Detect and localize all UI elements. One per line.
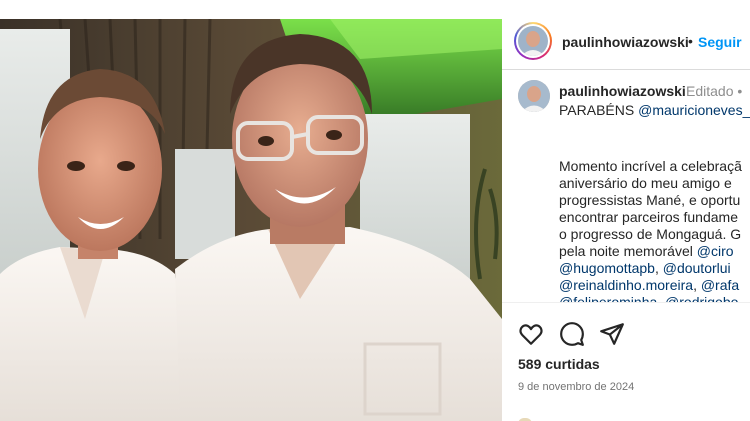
header-separator: • xyxy=(688,33,693,49)
follow-button[interactable]: Seguir xyxy=(698,34,742,50)
photo-illustration xyxy=(0,19,502,421)
caption-line: progressistas Mané, e oportu xyxy=(559,192,740,209)
edited-label: Editado • xyxy=(686,83,743,99)
caption-text-run: o progresso de Mongaguá. G xyxy=(559,226,742,242)
caption-line: Momento incrível a celebraçã xyxy=(559,158,742,175)
mention-link[interactable]: @hugomottapb xyxy=(559,260,655,276)
share-icon[interactable] xyxy=(599,321,625,347)
post-header: paulinhowiazowski • Seguir xyxy=(502,19,750,70)
caption-avatar-face-icon xyxy=(518,80,550,112)
post-date: 9 de novembro de 2024 xyxy=(518,381,635,393)
caption-area: paulinhowiazowski Editado • PARABÉNS @ma… xyxy=(502,70,750,302)
caption-text-run: progressistas Mané, e oportu xyxy=(559,192,741,208)
caption-text-run: PARABÉNS xyxy=(559,102,639,118)
caption-text-run: Momento incrível a celebraçã xyxy=(559,158,742,174)
mention-link[interactable]: @rodrigobo xyxy=(665,294,738,302)
avatar-face-icon xyxy=(518,26,548,56)
caption-line: encontrar parceiros fundame xyxy=(559,209,738,226)
mention-link[interactable]: @rafa xyxy=(701,277,739,293)
mention-link[interactable]: @reinaldinho.moreira xyxy=(559,277,693,293)
caption-avatar[interactable] xyxy=(518,80,550,112)
caption-line: pela noite memorável @ciro xyxy=(559,243,734,260)
likes-count[interactable]: 589 curtidas xyxy=(518,356,600,372)
mention-link[interactable]: @feliperominha xyxy=(559,294,657,302)
avatar-picture xyxy=(518,26,548,56)
comment-icon[interactable] xyxy=(559,321,585,347)
post-sidebar: paulinhowiazowski • Seguir paulinhowiazo… xyxy=(502,19,750,421)
caption-text-run: aniversário do meu amigo e xyxy=(559,175,732,191)
post-photo[interactable] xyxy=(0,19,502,421)
caption-text-run: , xyxy=(657,294,666,302)
caption-line: @reinaldinho.moreira, @rafa xyxy=(559,277,739,294)
header-username[interactable]: paulinhowiazowski xyxy=(562,34,689,50)
post-actions: 589 curtidas 9 de novembro de 2024 xyxy=(502,302,750,421)
mention-link[interactable]: @ciro xyxy=(697,243,734,259)
caption-text-run: pela noite memorável xyxy=(559,243,697,259)
caption-line: o progresso de Mongaguá. G xyxy=(559,226,741,243)
caption-text-run: , xyxy=(693,277,701,293)
mention-link[interactable]: @mauricioneves_ xyxy=(638,102,750,118)
caption-line: PARABÉNS @mauricioneves_ xyxy=(559,102,750,119)
caption-line: @feliperominha, @rodrigobo xyxy=(559,294,738,302)
mention-link[interactable]: @doutorlui xyxy=(663,260,731,276)
caption-line: aniversário do meu amigo e xyxy=(559,175,732,192)
caption-text-run: , xyxy=(654,260,663,276)
caption-text-run: encontrar parceiros fundame xyxy=(559,209,738,225)
author-avatar[interactable] xyxy=(514,22,552,60)
caption-line: @hugomottapb, @doutorlui xyxy=(559,260,731,277)
caption-username[interactable]: paulinhowiazowski xyxy=(559,83,686,99)
heart-icon[interactable] xyxy=(518,321,544,347)
instagram-post-embed: paulinhowiazowski • Seguir paulinhowiazo… xyxy=(0,0,750,421)
